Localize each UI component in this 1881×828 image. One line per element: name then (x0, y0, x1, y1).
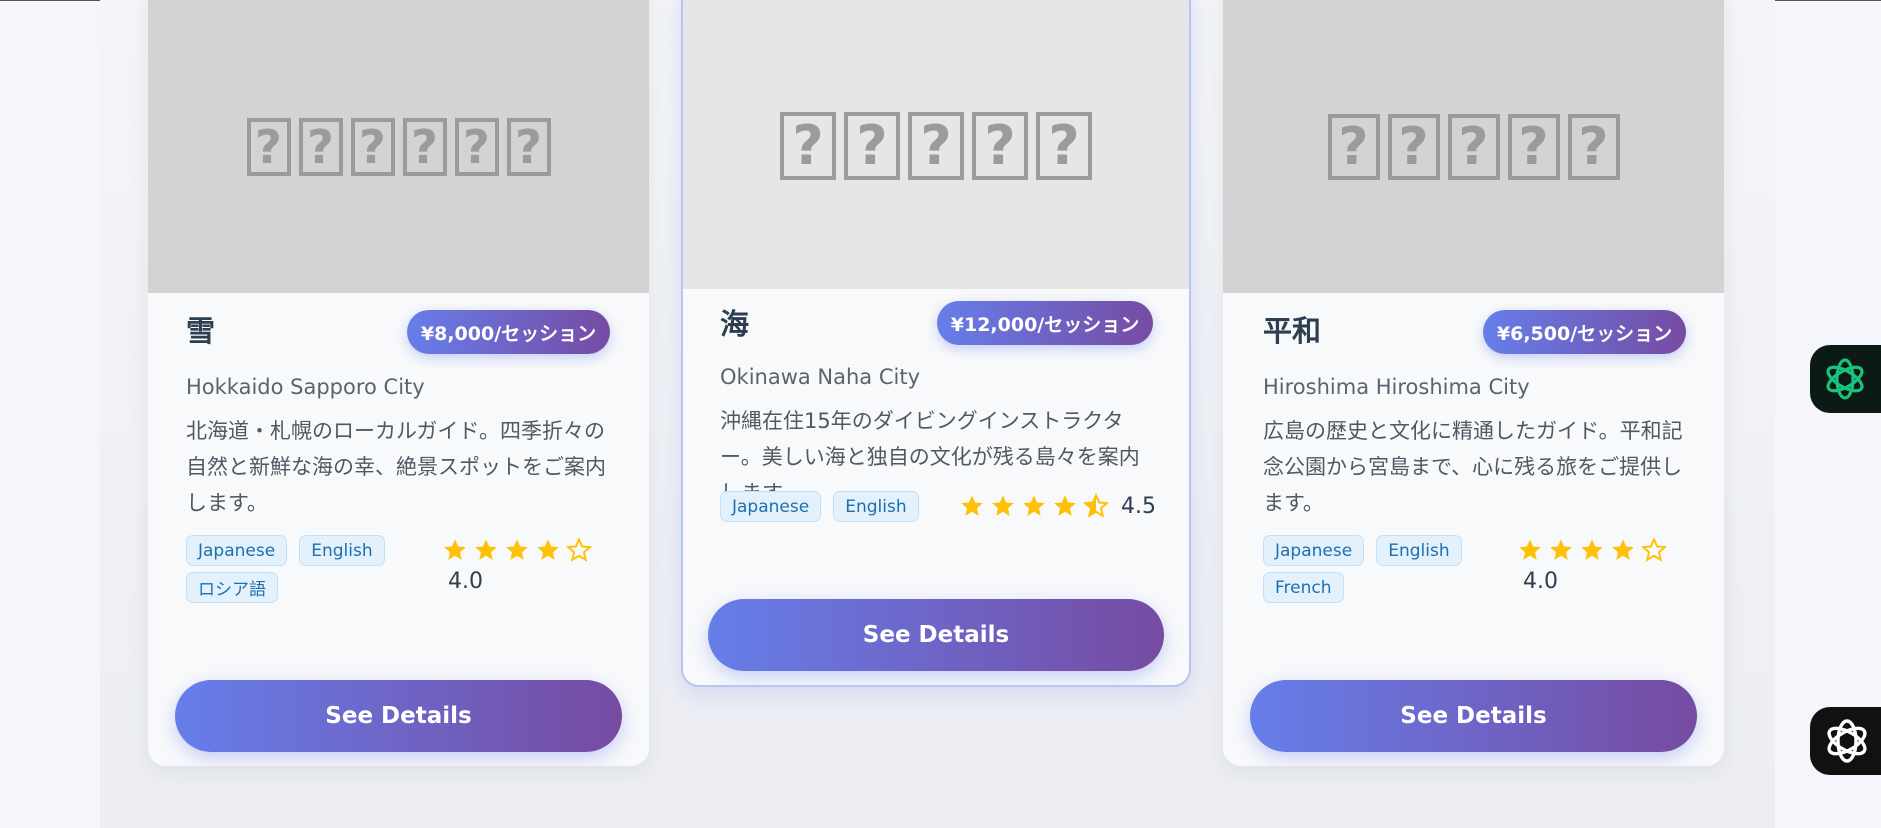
star-rating (442, 537, 592, 563)
star-full-icon (992, 495, 1014, 516)
missing-glyph-text: ????? (1327, 113, 1620, 180)
missing-glyph-box: ? (780, 111, 836, 180)
guide-photo-placeholder: ?????? (148, 0, 649, 293)
missing-glyph-box: ? (1036, 111, 1092, 180)
rating: 4.5 (959, 493, 1179, 519)
language-tag: French (1263, 572, 1344, 603)
missing-glyph-box: ? (350, 117, 395, 176)
price-badge: ¥8,000/セッション (407, 310, 610, 354)
language-tags: Japanese English French (1263, 535, 1483, 603)
star-full-icon (1612, 539, 1634, 560)
star-empty-icon (566, 537, 592, 562)
missing-glyph-box: ? (1507, 113, 1560, 180)
star-full-icon (506, 539, 528, 560)
language-tag: Japanese (1263, 535, 1365, 566)
missing-glyph-box: ? (908, 111, 964, 180)
guide-location: Okinawa Naha City (720, 365, 921, 389)
card-body: 海 ¥12,000/セッション Okinawa Naha City 沖縄在住15… (683, 289, 1189, 599)
language-tag: Japanese (186, 535, 288, 566)
chatgpt-icon (1826, 358, 1864, 400)
missing-glyph-box: ? (972, 111, 1028, 180)
price-badge: ¥6,500/セッション (1483, 310, 1686, 354)
missing-glyph-box: ? (298, 117, 343, 176)
guide-name: 雪 (186, 314, 216, 348)
language-tags: Japanese English ロシア語 (186, 535, 406, 603)
star-empty-icon (1641, 537, 1667, 562)
star-full-icon (1550, 539, 1572, 560)
openai-logo-icon (1827, 719, 1867, 763)
star-half-icon (1083, 493, 1109, 518)
star-full-icon (1519, 539, 1541, 560)
guide-location: Hokkaido Sapporo City (186, 375, 425, 399)
missing-glyph-box: ? (844, 111, 900, 180)
ai-assistant-button[interactable] (1810, 707, 1881, 775)
missing-glyph-text: ?????? (246, 117, 551, 176)
missing-glyph-box: ? (506, 117, 551, 176)
star-full-icon (475, 539, 497, 560)
language-tag: English (1376, 535, 1462, 566)
star-rating (1517, 537, 1667, 563)
guide-description: 広島の歴史と文化に精通したガイド。平和記念公園から宮島まで、心に残る旅をご提供し… (1263, 419, 1683, 515)
star-full-icon (444, 539, 466, 560)
missing-glyph-box: ? (1447, 113, 1500, 180)
star-full-icon (961, 495, 983, 516)
see-details-button[interactable]: See Details (1250, 680, 1697, 752)
missing-glyph-box: ? (246, 117, 291, 176)
rating: 4.0 (1517, 537, 1677, 594)
guide-card-3: ????? 平和 ¥6,500/セッション Hiroshima Hiroshim… (1223, 0, 1724, 766)
missing-glyph-box: ? (1327, 113, 1380, 180)
guide-description: 北海道・札幌のローカルガイド。四季折々の自然と新鮮な海の幸、絶景スポットをご案内… (186, 419, 606, 515)
rating-value: 4.0 (448, 569, 483, 594)
missing-glyph-box: ? (1387, 113, 1440, 180)
guide-name: 平和 (1263, 314, 1322, 348)
star-full-icon (1054, 495, 1076, 516)
see-details-button[interactable]: See Details (708, 599, 1164, 671)
guide-location: Hiroshima Hiroshima City (1263, 375, 1530, 399)
rating-value: 4.0 (1523, 569, 1558, 594)
missing-glyph-box: ? (402, 117, 447, 176)
rating-value: 4.5 (1121, 493, 1156, 519)
language-tags: Japanese English (720, 491, 960, 522)
guide-card-2: ????? 海 ¥12,000/セッション Okinawa Naha City … (681, 0, 1191, 687)
rating: 4.0 (442, 537, 602, 594)
language-tag: English (833, 491, 919, 522)
guide-card-1: ?????? 雪 ¥8,000/セッション Hokkaido Sapporo C… (148, 0, 649, 766)
language-tag: ロシア語 (186, 572, 278, 603)
see-details-button[interactable]: See Details (175, 680, 622, 752)
missing-glyph-box: ? (1567, 113, 1620, 180)
guide-photo-placeholder: ????? (1223, 0, 1724, 293)
missing-glyph-box: ? (454, 117, 499, 176)
star-full-icon (1023, 495, 1045, 516)
star-full-icon (537, 539, 559, 560)
guide-photo-placeholder: ????? (683, 0, 1189, 289)
language-tag: English (299, 535, 385, 566)
missing-glyph-text: ????? (780, 111, 1092, 180)
guide-name: 海 (720, 307, 750, 341)
card-body: 雪 ¥8,000/セッション Hokkaido Sapporo City 北海道… (148, 293, 649, 679)
chatgpt-extension-button[interactable] (1810, 345, 1881, 413)
star-full-icon (1581, 539, 1603, 560)
card-body: 平和 ¥6,500/セッション Hiroshima Hiroshima City… (1223, 293, 1724, 679)
star-rating (959, 493, 1109, 519)
price-badge: ¥12,000/セッション (937, 301, 1153, 345)
language-tag: Japanese (720, 491, 822, 522)
